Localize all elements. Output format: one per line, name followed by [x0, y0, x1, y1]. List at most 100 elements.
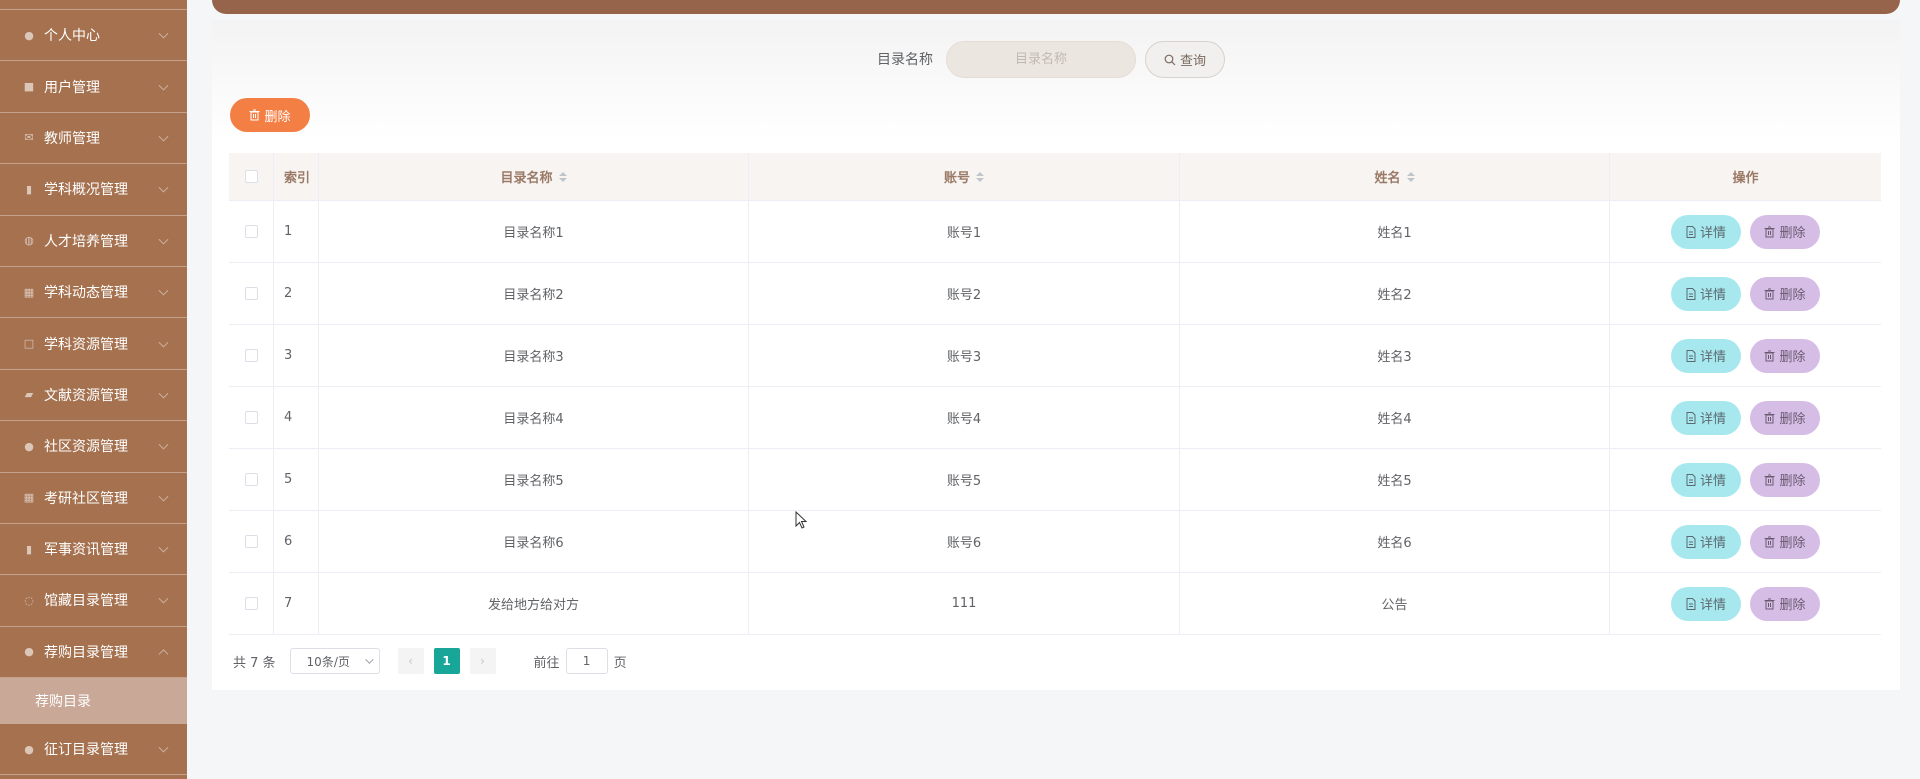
- pagination: 共 7 条 10条/页 ‹ 1 › 前往 页: [233, 648, 627, 674]
- row-account: 账号3: [749, 325, 1180, 386]
- apps-icon: ▦: [23, 491, 35, 505]
- row-realname: 姓名1: [1180, 201, 1610, 262]
- batch-delete-button[interactable]: 删除: [230, 98, 310, 132]
- sort-icon[interactable]: [1406, 171, 1415, 182]
- sidebar-item[interactable]: ▮ 军事资讯管理: [0, 524, 187, 576]
- sidebar-item[interactable]: ▦ 学科动态管理: [0, 267, 187, 319]
- sidebar-item[interactable]: ■ 用户管理: [0, 61, 187, 113]
- sidebar-item[interactable]: □ 学科资源管理: [0, 318, 187, 370]
- row-account: 账号4: [749, 387, 1180, 448]
- row-checkbox[interactable]: [244, 597, 258, 610]
- sidebar-item[interactable]: ▰ 文献资源管理: [0, 370, 187, 422]
- page-number-current[interactable]: 1: [433, 648, 460, 674]
- sort-icon[interactable]: [976, 171, 984, 182]
- trash-icon: [1764, 598, 1775, 609]
- chevron-icon: [158, 234, 169, 245]
- total-count: 共 7 条: [233, 655, 276, 671]
- sidebar-item[interactable]: ◌ 馆藏目录管理: [0, 575, 187, 627]
- chevron-icon: [158, 491, 169, 502]
- row-checkbox[interactable]: [244, 225, 258, 238]
- row-account: 111: [749, 573, 1180, 634]
- row-index: 4: [274, 387, 319, 448]
- search-label: 目录名称: [877, 52, 933, 68]
- sidebar-item[interactable]: ● 征订目录管理: [0, 724, 187, 776]
- row-name: 目录名称2: [319, 263, 749, 324]
- search-input[interactable]: [946, 41, 1136, 78]
- sidebar-top-spacer: [0, 0, 187, 10]
- query-button-label: 查询: [1179, 54, 1206, 69]
- data-table: 索引 目录名称 账号 姓名 操作 1 目录名称1 账号1 姓名1 详情 删除 2…: [229, 153, 1881, 635]
- next-page-button[interactable]: ›: [469, 648, 496, 674]
- row-checkbox[interactable]: [244, 349, 258, 362]
- row-delete-button[interactable]: 删除: [1750, 462, 1820, 497]
- header-account[interactable]: 账号: [749, 153, 1180, 200]
- sidebar-item-label: 教师管理: [44, 130, 100, 147]
- row-delete-button[interactable]: 删除: [1750, 214, 1820, 249]
- row-checkbox[interactable]: [244, 535, 258, 548]
- mic-icon: ●: [24, 742, 34, 756]
- page-size-select[interactable]: 10条/页: [289, 648, 380, 674]
- globe-icon: ◍: [24, 234, 34, 248]
- row-name: 目录名称1: [319, 201, 749, 262]
- sort-icon[interactable]: [558, 171, 567, 182]
- row-realname: 姓名6: [1180, 511, 1610, 572]
- row-realname: 公告: [1180, 573, 1610, 634]
- row-checkbox-cell: [229, 449, 274, 510]
- sidebar-item-label: 社区资源管理: [44, 439, 128, 456]
- sidebar-item[interactable]: ✉ 教师管理: [0, 113, 187, 165]
- row-name: 目录名称3: [319, 325, 749, 386]
- sidebar-item-label: 学科资源管理: [44, 336, 128, 353]
- sidebar-item-label: 用户管理: [44, 79, 100, 96]
- row-checkbox-cell: [229, 387, 274, 448]
- sidebar-item[interactable]: ● 荐购目录管理: [0, 627, 187, 679]
- goto-page-input[interactable]: [565, 648, 608, 674]
- detail-button[interactable]: 详情: [1671, 462, 1741, 497]
- query-button[interactable]: 查询: [1145, 41, 1225, 78]
- row-checkbox-cell: [229, 511, 274, 572]
- row-checkbox[interactable]: [244, 411, 258, 424]
- row-checkbox[interactable]: [244, 287, 258, 300]
- sidebar-item[interactable]: ● 个人中心: [0, 10, 187, 62]
- trash-icon: [1764, 288, 1775, 299]
- header-realname[interactable]: 姓名: [1180, 153, 1610, 200]
- document-icon: [1686, 287, 1696, 300]
- detail-button[interactable]: 详情: [1671, 586, 1741, 621]
- row-delete-button[interactable]: 删除: [1750, 586, 1820, 621]
- row-delete-button[interactable]: 删除: [1750, 338, 1820, 373]
- row-delete-button[interactable]: 删除: [1750, 276, 1820, 311]
- trash-icon: [1764, 350, 1775, 361]
- header-name[interactable]: 目录名称: [319, 153, 749, 200]
- select-all-checkbox[interactable]: [244, 170, 258, 183]
- detail-button[interactable]: 详情: [1671, 214, 1741, 249]
- sidebar-item[interactable]: ▮ 学科概况管理: [0, 164, 187, 216]
- row-operations: 详情 删除: [1610, 263, 1881, 324]
- sidebar-item[interactable]: ● 社区资源管理: [0, 421, 187, 473]
- prev-page-button[interactable]: ‹: [397, 648, 424, 674]
- sidebar-item-label: 个人中心: [44, 28, 100, 45]
- row-checkbox-cell: [229, 573, 274, 634]
- detail-button[interactable]: 详情: [1671, 276, 1741, 311]
- table-row: 7 发给地方给对方 111 公告 详情 删除: [229, 573, 1881, 635]
- chevron-right-icon: ›: [480, 654, 485, 668]
- row-account: 账号2: [749, 263, 1180, 324]
- row-checkbox[interactable]: [244, 473, 258, 486]
- chevron-icon: [158, 649, 169, 659]
- document-icon: [1686, 597, 1696, 610]
- document-icon: [1686, 411, 1696, 424]
- bar-chart-icon: ▮: [25, 182, 33, 196]
- sidebar-subitem-active[interactable]: 荐购目录: [0, 678, 187, 725]
- sidebar-item[interactable]: ▦ 考研社区管理: [0, 473, 187, 524]
- detail-button[interactable]: 详情: [1671, 338, 1741, 373]
- header-operation: 操作: [1732, 171, 1759, 186]
- table-row: 2 目录名称2 账号2 姓名2 详情 删除: [229, 263, 1881, 325]
- row-index: 5: [274, 449, 319, 510]
- sidebar-item[interactable]: ◍ 人才培养管理: [0, 216, 187, 267]
- row-delete-button[interactable]: 删除: [1750, 400, 1820, 435]
- detail-button[interactable]: 详情: [1671, 400, 1741, 435]
- trash-icon: [249, 109, 260, 121]
- row-delete-button[interactable]: 删除: [1750, 524, 1820, 559]
- sidebar-item-label: 征订目录管理: [44, 742, 128, 759]
- chevron-icon: [158, 183, 169, 193]
- row-operations: 详情 删除: [1610, 387, 1881, 448]
- detail-button[interactable]: 详情: [1671, 524, 1741, 559]
